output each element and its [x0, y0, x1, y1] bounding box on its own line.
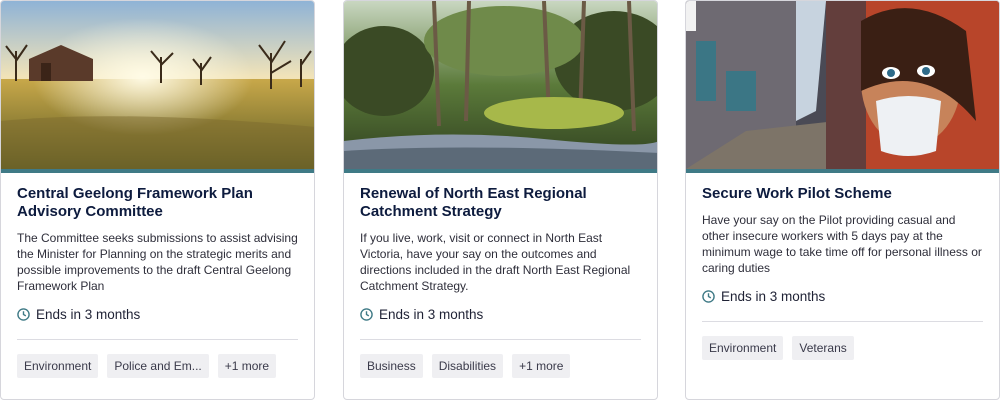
- divider: [360, 339, 641, 340]
- status-text: Ends in 3 months: [36, 307, 141, 322]
- tag-more[interactable]: +1 more: [512, 354, 571, 378]
- consultation-card-1[interactable]: Central Geelong Framework Plan Advisory …: [0, 0, 315, 400]
- status-text: Ends in 3 months: [379, 307, 484, 322]
- tag-list: Environment Veterans: [702, 336, 983, 360]
- consultation-card-3[interactable]: Secure Work Pilot Scheme Have your say o…: [685, 0, 1000, 400]
- clock-icon: [360, 308, 373, 321]
- card-title[interactable]: Secure Work Pilot Scheme: [702, 185, 983, 203]
- status-text: Ends in 3 months: [721, 289, 826, 304]
- card-image-forest-creek: [344, 1, 657, 169]
- tag[interactable]: Veterans: [792, 336, 854, 360]
- tag-more[interactable]: +1 more: [217, 354, 277, 378]
- clock-icon: [17, 308, 30, 321]
- card-description: If you live, work, visit or connect in N…: [360, 231, 631, 293]
- tag[interactable]: Environment: [702, 336, 784, 360]
- card-accent-bar: [344, 169, 657, 173]
- divider: [17, 339, 298, 340]
- card-accent-bar: [686, 169, 999, 173]
- tag-list: Environment Police and Em... +1 more: [17, 354, 298, 378]
- card-status: Ends in 3 months: [702, 289, 983, 304]
- card-image-laneway-mural: [686, 1, 999, 169]
- card-description: Have your say on the Pilot providing cas…: [702, 213, 982, 275]
- clock-icon: [702, 290, 715, 303]
- card-accent-bar: [1, 169, 314, 173]
- tag[interactable]: Police and Em...: [107, 354, 209, 378]
- consultation-card-2[interactable]: Renewal of North East Regional Catchment…: [343, 0, 658, 400]
- card-title[interactable]: Renewal of North East Regional Catchment…: [360, 185, 641, 221]
- card-status: Ends in 3 months: [360, 307, 641, 322]
- card-title[interactable]: Central Geelong Framework Plan Advisory …: [17, 185, 298, 221]
- tag-list: Business Disabilities +1 more: [360, 354, 641, 378]
- tag[interactable]: Business: [360, 354, 423, 378]
- card-image-sunrise-field: [1, 1, 314, 169]
- tag[interactable]: Environment: [17, 354, 99, 378]
- tag[interactable]: Disabilities: [431, 354, 504, 378]
- divider: [702, 321, 983, 322]
- card-description: The Committee seeks submissions to assis…: [17, 231, 298, 293]
- card-status: Ends in 3 months: [17, 307, 298, 322]
